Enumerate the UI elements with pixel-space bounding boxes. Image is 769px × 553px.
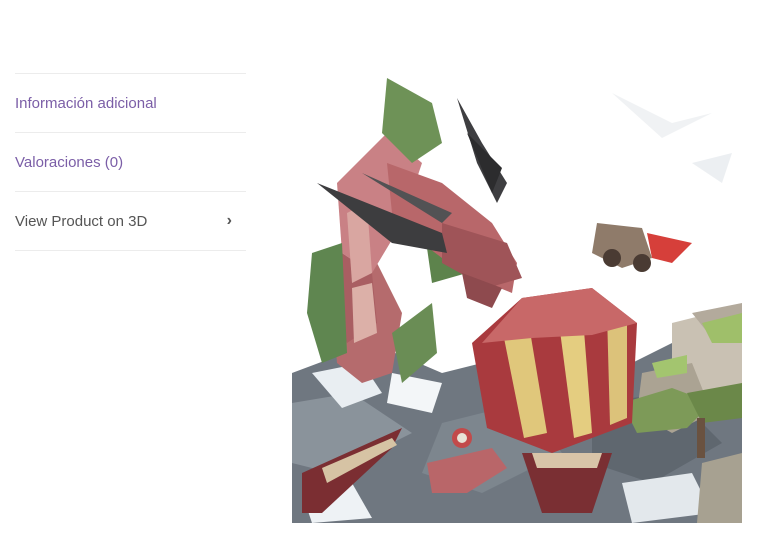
- tab-view-3d-label: View Product on 3D: [15, 212, 148, 230]
- chevron-right-icon: ›: [226, 212, 232, 229]
- tab-additional-info[interactable]: Información adicional: [15, 74, 246, 133]
- product-image-illustration: [292, 78, 742, 523]
- product-tabs: Información adicional Valoraciones (0) V…: [15, 73, 246, 251]
- tab-reviews-label: Valoraciones (0): [15, 153, 124, 171]
- tab-view-3d[interactable]: View Product on 3D ›: [15, 192, 246, 251]
- product-image[interactable]: [292, 73, 742, 523]
- tab-reviews[interactable]: Valoraciones (0): [15, 133, 246, 192]
- tab-additional-info-label: Información adicional: [15, 94, 157, 112]
